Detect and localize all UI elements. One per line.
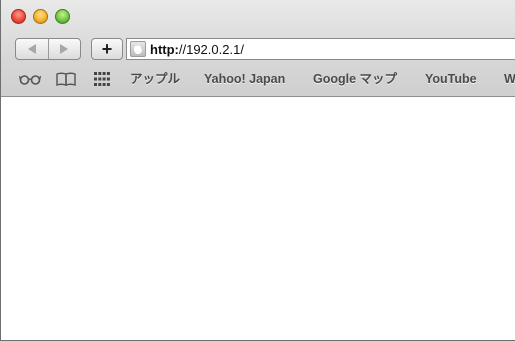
address-text: http://192.0.2.1/ [150, 42, 244, 57]
apple-favicon-icon [130, 41, 146, 57]
book-icon[interactable] [56, 71, 76, 87]
add-bookmark-button[interactable]: + [91, 38, 123, 60]
reading-list-icon[interactable] [19, 71, 41, 87]
title-bar [1, 0, 515, 30]
page-content[interactable] [1, 97, 515, 340]
bookmark-yahoo-japan[interactable]: Yahoo! Japan [204, 71, 285, 87]
back-forward-group [15, 38, 81, 60]
address-bar[interactable]: http://192.0.2.1/ [126, 38, 515, 60]
minimize-button[interactable] [33, 9, 48, 24]
browser-window: + http://192.0.2.1/ アップル Yahoo! Japan Go… [0, 0, 515, 341]
forward-button[interactable] [47, 39, 81, 59]
bookmark-youtube[interactable]: YouTube [425, 71, 477, 87]
browser-chrome: + http://192.0.2.1/ アップル Yahoo! Japan Go… [1, 0, 515, 97]
bookmark-google-maps[interactable]: Google マップ [313, 71, 397, 87]
plus-icon: + [101, 39, 113, 59]
toolbar: + http://192.0.2.1/ [1, 38, 515, 64]
close-button[interactable] [11, 9, 26, 24]
forward-arrow-icon [60, 44, 69, 54]
bookmarks-bar: アップル Yahoo! Japan Google マップ YouTube W [1, 70, 515, 90]
bookmark-w[interactable]: W [504, 71, 515, 87]
zoom-button[interactable] [55, 9, 70, 24]
back-button[interactable] [16, 39, 48, 59]
bookmark-apple[interactable]: アップル [130, 71, 180, 87]
top-sites-grid-icon[interactable] [94, 71, 110, 87]
url-rest: //192.0.2.1/ [178, 41, 244, 57]
url-scheme: http: [150, 41, 179, 57]
back-arrow-icon [27, 44, 36, 54]
